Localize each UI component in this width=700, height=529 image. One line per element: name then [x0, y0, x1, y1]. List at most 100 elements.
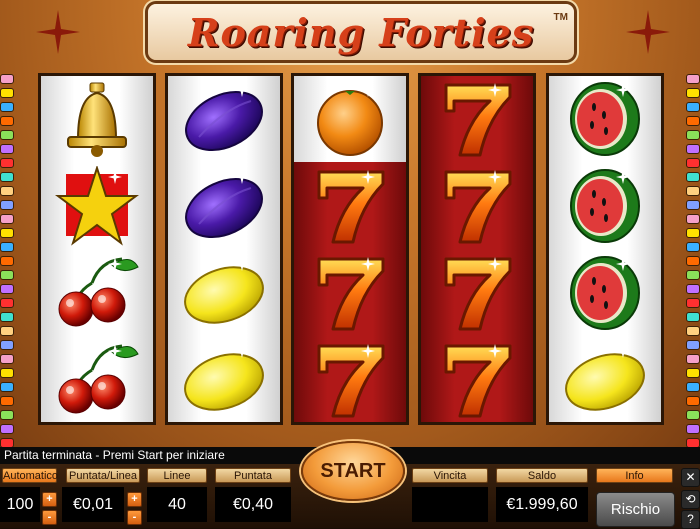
bet-per-line-minus-button[interactable]: - — [127, 510, 142, 525]
payline-indicator — [0, 242, 14, 252]
reel-symbol-seven — [421, 163, 533, 249]
lines-value: 40 — [147, 487, 207, 522]
payline-indicator — [686, 270, 700, 280]
payline-indicator — [0, 340, 14, 350]
watermelon-icon — [560, 166, 650, 246]
game-logo: Roaring Forties TM — [148, 4, 574, 60]
payline-indicator — [686, 214, 700, 224]
seven-icon — [305, 344, 395, 420]
bet-label: Puntata — [215, 468, 291, 483]
watermelon-icon — [560, 79, 650, 159]
payline-indicator — [686, 200, 700, 210]
reel-symbol-cherries — [41, 250, 153, 336]
info-button[interactable]: Info — [596, 468, 673, 483]
payline-indicator — [686, 354, 700, 364]
auto-plus-button[interactable]: + — [42, 492, 57, 507]
payline-indicator — [686, 256, 700, 266]
win-label: Vincita — [412, 468, 488, 483]
payline-indicator — [686, 326, 700, 336]
auto-minus-button[interactable]: - — [42, 510, 57, 525]
payline-indicator — [0, 396, 14, 406]
payline-indicator — [0, 214, 14, 224]
payline-indicator — [686, 74, 700, 84]
payline-indicator — [0, 326, 14, 336]
cherries-icon — [52, 344, 142, 420]
reel-3 — [291, 73, 409, 425]
reel-symbol-seven — [421, 250, 533, 336]
reel-symbol-seven — [294, 163, 406, 249]
payline-indicator — [0, 284, 14, 294]
payline-indicator — [0, 74, 14, 84]
payline-indicator — [0, 354, 14, 364]
payline-indicator — [686, 116, 700, 126]
payline-indicator — [686, 340, 700, 350]
payline-indicator — [686, 396, 700, 406]
reel-symbol-seven — [421, 76, 533, 162]
win-value — [412, 487, 488, 522]
lines-label: Linee — [147, 468, 207, 483]
reel-symbol-watermelon — [549, 250, 661, 336]
orange-icon — [305, 83, 395, 159]
reel-symbol-lemon — [168, 250, 280, 336]
bell-icon — [52, 79, 142, 159]
payline-indicator — [0, 270, 14, 280]
payline-indicator — [0, 256, 14, 266]
payline-indicator — [0, 424, 14, 434]
bet-value: €0,40 — [215, 487, 291, 522]
right-line-indicators — [686, 74, 700, 452]
bet-per-line-value: €0,01 — [62, 487, 124, 522]
seven-icon — [432, 344, 522, 420]
payline-indicator — [686, 102, 700, 112]
seven-icon — [305, 170, 395, 246]
reel-5 — [546, 73, 664, 425]
help-icon[interactable]: ? — [681, 510, 700, 529]
payline-indicator — [686, 312, 700, 322]
plum-icon — [179, 79, 269, 159]
reel-area — [38, 73, 664, 425]
payline-indicator — [0, 130, 14, 140]
bet-per-line-plus-button[interactable]: + — [127, 492, 142, 507]
payline-indicator — [0, 116, 14, 126]
payline-indicator — [0, 312, 14, 322]
payline-indicator — [0, 158, 14, 168]
payline-indicator — [686, 228, 700, 238]
auto-play-count: 100 — [0, 487, 40, 522]
seven-icon — [432, 257, 522, 333]
start-button[interactable]: START — [301, 441, 405, 501]
payline-indicator — [0, 144, 14, 154]
trademark-label: TM — [553, 12, 568, 23]
payline-indicator — [0, 410, 14, 420]
reel-symbol-orange — [294, 76, 406, 162]
reel-symbol-star — [41, 163, 153, 249]
reel-symbol-bell — [41, 76, 153, 162]
reel-symbol-cherries — [41, 337, 153, 423]
payline-indicator — [686, 242, 700, 252]
lemon-icon — [179, 253, 269, 333]
payline-indicator — [686, 186, 700, 196]
left-line-indicators — [0, 74, 14, 452]
bet-per-line-label: Puntata/Linea — [66, 468, 140, 483]
reel-4 — [418, 73, 536, 425]
plum-icon — [179, 166, 269, 246]
payline-indicator — [686, 382, 700, 392]
seven-icon — [432, 83, 522, 159]
payline-indicator — [686, 144, 700, 154]
payline-indicator — [686, 130, 700, 140]
lemon-icon — [560, 340, 650, 420]
payline-indicator — [686, 172, 700, 182]
close-icon[interactable]: ✕ — [681, 468, 700, 487]
payline-indicator — [0, 298, 14, 308]
auto-play-button[interactable]: Automatico — [2, 468, 58, 483]
reel-symbol-watermelon — [549, 76, 661, 162]
cherries-icon — [52, 257, 142, 333]
seven-icon — [305, 257, 395, 333]
decorative-star-icon — [36, 10, 80, 54]
reel-symbol-lemon — [168, 337, 280, 423]
payline-indicator — [686, 88, 700, 98]
payline-indicator — [686, 298, 700, 308]
game-frame: Roaring Forties TM — [0, 0, 700, 448]
reel-symbol-seven — [294, 250, 406, 336]
gamble-button[interactable]: Rischio — [596, 492, 675, 527]
reel-symbol-lemon — [549, 337, 661, 423]
history-icon[interactable]: ⟲ — [681, 490, 700, 509]
